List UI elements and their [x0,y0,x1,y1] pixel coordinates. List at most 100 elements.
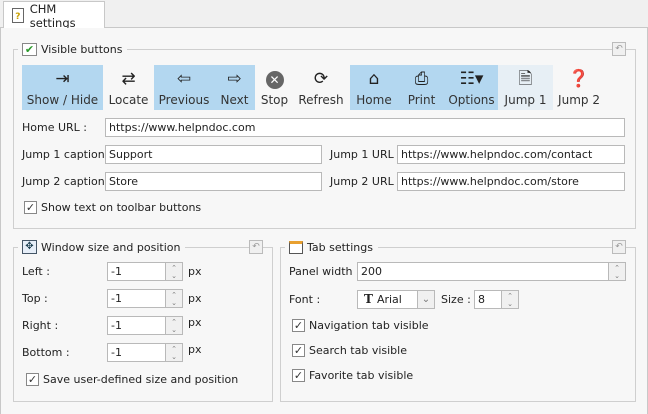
checkbox-label: Show text on toolbar buttons [41,201,202,214]
bottom-spinner[interactable]: ⌃ ⌄ [165,343,183,362]
size-label: Size : [441,293,471,306]
reset-icon[interactable]: ↶ [249,240,263,254]
jump2-url-label: Jump 2 URL : [330,175,401,188]
tab-label: CHM settings [29,1,76,30]
right-input[interactable]: -1 [107,316,166,335]
stop-icon: ✕ [265,71,284,89]
button-label: Refresh [298,93,344,107]
checkbox-label: Save user-defined size and position [43,373,239,386]
size-input[interactable]: 8 [474,290,502,309]
jump1-caption-label: Jump 1 caption : [22,148,112,161]
panel-width-input[interactable]: 200 [357,262,609,281]
bottom-label: Bottom : [22,346,70,359]
locate-icon: ⇄ [121,69,136,89]
button-label: Locate [108,93,149,107]
reset-icon[interactable]: ↶ [612,240,626,254]
button-label: Home [356,93,392,107]
options-icon: ☷▾ [459,69,484,89]
toolbar-print[interactable]: ⎙ Print [398,65,445,110]
group-title: Window size and position [41,240,181,254]
visible-buttons-title: ✔ Visible buttons [18,41,128,57]
favorite-tab-checkbox[interactable]: ✓ Favorite tab visible [292,369,413,382]
printer-icon: ⎙ [414,69,429,89]
button-label: Previous [158,93,210,107]
bottom-input[interactable]: -1 [107,343,166,362]
window-move-icon: ✥ [22,240,37,254]
unit-label: px [188,265,202,278]
jump1-url-input[interactable]: https://www.helpndoc.com/contact [397,145,625,164]
unit-label: px [188,316,202,329]
unit-label: px [188,343,202,356]
group-title: Visible buttons [41,42,123,56]
toolbar-jump1[interactable]: 🗎 Jump 1 [498,65,553,110]
jump1-icon: 🗎 [518,69,533,89]
group-title: Tab settings [307,240,373,254]
home-url-label: Home URL : [22,121,88,134]
font-label: Font : [289,293,321,306]
font-select[interactable]: T Arial [357,290,418,309]
panel-width-label: Panel width : [289,265,360,278]
font-value: Arial [376,293,402,306]
jump1-url-label: Jump 1 URL : [330,148,401,161]
button-label: Show / Hide [26,93,99,107]
panel-width-spinner[interactable]: ⌃ ⌄ [608,262,626,281]
unit-label: px [188,292,202,305]
toolbar-refresh[interactable]: ⟳ Refresh [293,65,349,110]
button-label: Next [220,93,249,107]
home-url-input[interactable]: https://www.helpndoc.com [105,118,625,137]
window-size-title: ✥ Window size and position [18,239,186,255]
chevron-down-icon[interactable]: ⌄ [417,290,435,309]
right-label: Right : [22,319,59,332]
toolbar-show-hide[interactable]: ⇥ Show / Hide [22,65,103,110]
checkbox-label: Favorite tab visible [309,369,414,382]
tab-window-icon [289,240,303,254]
save-size-checkbox[interactable]: ✓ Save user-defined size and position [26,373,238,386]
button-label: Stop [260,93,289,107]
checkbox-checked-icon: ✓ [292,344,305,357]
navigation-tab-checkbox[interactable]: ✓ Navigation tab visible [292,319,429,332]
tab-settings-title: Tab settings [285,239,378,255]
toolbar-jump2[interactable]: ❓ Jump 2 [553,65,605,110]
right-spinner[interactable]: ⌃ ⌄ [165,316,183,335]
top-input[interactable]: -1 [107,289,166,308]
visible-buttons-checkbox-icon: ✔ [22,42,37,56]
search-tab-checkbox[interactable]: ✓ Search tab visible [292,344,407,357]
button-label: Options [448,93,495,107]
jump2-url-input[interactable]: https://www.helpndoc.com/store [397,172,625,191]
checkbox-label: Navigation tab visible [309,319,429,332]
toolbar-stop[interactable]: ✕ Stop [256,65,293,110]
show-hide-icon: ⇥ [55,69,70,89]
top-spinner[interactable]: ⌃ ⌄ [165,289,183,308]
arrow-left-icon: ⇦ [176,69,192,89]
toolbar-next[interactable]: ⇨ Next [214,65,255,110]
reset-icon[interactable]: ↶ [612,42,626,56]
checkbox-checked-icon: ✓ [26,373,39,386]
left-input[interactable]: -1 [107,262,166,281]
jump1-caption-input[interactable]: Support [105,145,322,164]
show-text-checkbox[interactable]: ✓ Show text on toolbar buttons [24,201,201,214]
toolbar-locate[interactable]: ⇄ Locate [104,65,153,110]
checkbox-label: Search tab visible [309,344,407,357]
toolbar-previous[interactable]: ⇦ Previous [154,65,214,110]
home-icon: ⌂ [368,69,380,89]
toolbar-options[interactable]: ☷▾ Options [445,65,498,110]
font-icon: T [364,292,373,306]
jump2-caption-input[interactable]: Store [105,172,322,191]
checkbox-checked-icon: ✓ [24,201,37,214]
jump2-icon: ❓ [568,69,590,89]
help-file-icon: ? [12,8,24,23]
checkbox-checked-icon: ✓ [292,369,305,382]
left-label: Left : [22,265,50,278]
jump2-caption-label: Jump 2 caption : [22,175,112,188]
arrow-right-icon: ⇨ [227,69,242,89]
button-label: Jump 2 [558,93,600,107]
button-label: Print [407,93,436,107]
size-spinner[interactable]: ⌃ ⌄ [501,290,519,309]
top-label: Top : [22,292,48,305]
toolbar-home[interactable]: ⌂ Home [350,65,398,110]
left-spinner[interactable]: ⌃ ⌄ [165,262,183,281]
tab-chm-settings[interactable]: ? CHM settings [3,1,105,30]
refresh-icon: ⟳ [313,69,329,89]
checkbox-checked-icon: ✓ [292,319,305,332]
button-label: Jump 1 [504,93,547,107]
